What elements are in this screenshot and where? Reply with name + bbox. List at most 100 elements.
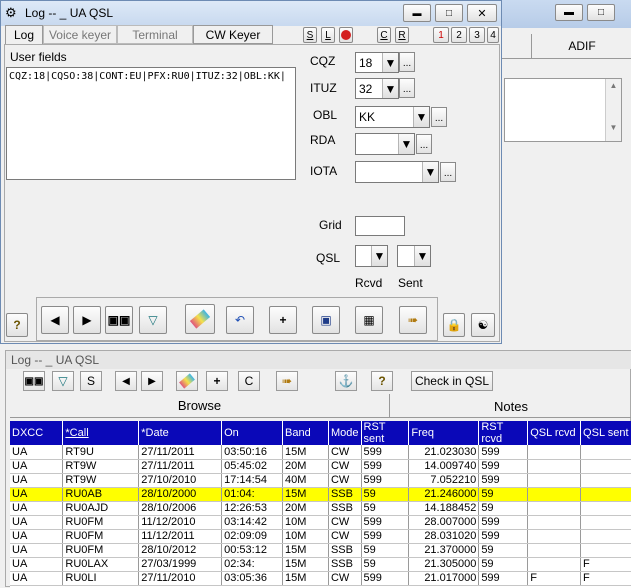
obl-select[interactable]: KK ▼ xyxy=(355,106,430,128)
table-row[interactable]: UA RT9U 27/11/2011 03:50:16 15M CW 599 21.02303… xyxy=(10,445,631,460)
page-3-button[interactable]: 3 xyxy=(469,27,485,43)
cell-band[interactable]: 20M xyxy=(282,459,329,474)
bg-maximize-button[interactable]: □ xyxy=(587,4,615,21)
cell-dxcc[interactable]: UA xyxy=(10,487,64,502)
cell-dxcc[interactable]: UA xyxy=(10,557,64,572)
cell-qsl-rcvd[interactable] xyxy=(527,501,582,516)
col-call[interactable]: *Call xyxy=(62,421,140,445)
cell-date[interactable]: 27/11/2010 xyxy=(138,571,223,586)
chevron-down-icon[interactable]: ▼ xyxy=(382,53,398,72)
col-mode[interactable]: Mode xyxy=(328,421,362,445)
chevron-down-icon[interactable]: ▼ xyxy=(413,107,429,127)
bg-adif-tab[interactable]: ADIF xyxy=(531,34,631,59)
user-fields-textarea[interactable]: CQZ:18|CQSO:38|CONT:EU|PFX:RU0|ITUZ:32|O… xyxy=(6,67,296,180)
cell-call[interactable]: RU0AB xyxy=(62,487,140,502)
cell-band[interactable]: 10M xyxy=(282,529,329,544)
cell-call[interactable]: RU0AJD xyxy=(62,501,140,516)
cell-qsl-rcvd[interactable] xyxy=(527,459,582,474)
exit-icon[interactable]: ➠ xyxy=(399,306,427,334)
help-icon[interactable]: ? xyxy=(371,371,393,391)
col-dxcc[interactable]: DXCC xyxy=(10,421,64,445)
cell-dxcc[interactable]: UA xyxy=(10,543,64,558)
cell-qsl-sent[interactable] xyxy=(580,487,631,502)
check-in-qsl-button[interactable]: Check in QSL xyxy=(411,371,493,391)
table-row[interactable]: UA RU0AJD 28/10/2006 12:26:53 20M SSB 59 14.188… xyxy=(10,501,631,516)
cell-dxcc[interactable]: UA xyxy=(10,529,64,544)
cell-call[interactable]: RU0FM xyxy=(62,529,140,544)
c-button[interactable]: C xyxy=(377,27,391,43)
cell-dxcc[interactable]: UA xyxy=(10,515,64,530)
cell-freq[interactable]: 21.246000 xyxy=(408,487,480,502)
cell-on[interactable]: 02:09:09 xyxy=(221,529,284,544)
rda-more-button[interactable]: ... xyxy=(416,134,432,154)
cell-qsl-rcvd[interactable] xyxy=(527,557,582,572)
r-button[interactable]: R xyxy=(395,27,409,43)
col-band[interactable]: Band xyxy=(282,421,329,445)
cell-rst-sent[interactable]: 599 xyxy=(361,473,410,488)
cell-band[interactable]: 15M xyxy=(282,543,329,558)
cell-qsl-rcvd[interactable] xyxy=(527,487,582,502)
minimize-button[interactable]: ▬ xyxy=(403,4,431,22)
cell-rst-sent[interactable]: 599 xyxy=(361,459,410,474)
cell-rst-rcvd[interactable]: 599 xyxy=(478,515,529,530)
cell-rst-rcvd[interactable]: 59 xyxy=(478,557,529,572)
cell-rst-rcvd[interactable]: 599 xyxy=(478,571,529,586)
cell-on[interactable]: 03:50:16 xyxy=(221,445,284,460)
grid-input[interactable] xyxy=(355,216,405,236)
cell-rst-sent[interactable]: 599 xyxy=(361,515,410,530)
cell-on[interactable]: 02:34: xyxy=(221,557,284,572)
col-rst-rcvd[interactable]: RST rcvd xyxy=(478,421,529,445)
col-qsl-rcvd[interactable]: QSL rcvd xyxy=(527,421,582,445)
tab-cw-keyer[interactable]: CW Keyer xyxy=(193,25,273,44)
qsl-rcvd-select[interactable]: ▼ xyxy=(355,245,388,267)
table-row[interactable]: UA RU0LI 27/11/2010 03:05:36 15M CW 599 21.0170… xyxy=(10,571,631,586)
cell-call[interactable]: RU0FM xyxy=(62,515,140,530)
cell-rst-rcvd[interactable]: 59 xyxy=(478,487,529,502)
cell-date[interactable]: 11/12/2011 xyxy=(138,529,223,544)
qsl-sent-select[interactable]: ▼ xyxy=(397,245,431,267)
next-button[interactable]: ▶ xyxy=(141,371,163,391)
iota-more-button[interactable]: ... xyxy=(440,162,456,182)
cell-mode[interactable]: CW xyxy=(328,445,362,460)
cell-freq[interactable]: 28.007000 xyxy=(408,515,480,530)
table-row[interactable]: UA RU0LAX 27/03/1999 02:34: 15M SSB 59 21.30500… xyxy=(10,557,631,572)
cell-dxcc[interactable]: UA xyxy=(10,459,64,474)
cell-freq[interactable]: 21.023030 xyxy=(408,445,480,460)
cell-band[interactable]: 10M xyxy=(282,515,329,530)
stop-icon[interactable] xyxy=(339,27,353,43)
obl-more-button[interactable]: ... xyxy=(431,107,447,127)
c-toolbar-button[interactable]: C xyxy=(238,371,260,391)
bg-text-area[interactable]: ▲ ▼ xyxy=(504,78,622,142)
tab-log[interactable]: Log xyxy=(5,25,43,44)
cell-date[interactable]: 28/10/2000 xyxy=(138,487,223,502)
col-date[interactable]: *Date xyxy=(138,421,223,445)
l-button[interactable]: L xyxy=(321,27,335,43)
cqz-more-button[interactable]: ... xyxy=(399,52,415,72)
next-record-button[interactable]: ▶ xyxy=(73,306,101,334)
cell-mode[interactable]: SSB xyxy=(328,543,362,558)
cell-mode[interactable]: SSB xyxy=(328,557,362,572)
prev-button[interactable]: ◀ xyxy=(115,371,137,391)
cell-date[interactable]: 27/11/2011 xyxy=(138,445,223,460)
eraser-icon[interactable] xyxy=(176,371,198,391)
rda-select[interactable]: ▼ xyxy=(355,133,415,155)
cell-call[interactable]: RU0LAX xyxy=(62,557,140,572)
col-rst-sent[interactable]: RST sent xyxy=(361,421,410,445)
cell-freq[interactable]: 14.009740 xyxy=(408,459,480,474)
cell-on[interactable]: 01:04: xyxy=(221,487,284,502)
cell-band[interactable]: 20M xyxy=(282,501,329,516)
cell-mode[interactable]: SSB xyxy=(328,487,362,502)
cell-qsl-sent[interactable]: F xyxy=(580,557,631,572)
cell-on[interactable]: 05:45:02 xyxy=(221,459,284,474)
undo-icon[interactable]: ↶ xyxy=(226,306,254,334)
cell-qsl-sent[interactable] xyxy=(580,543,631,558)
chevron-down-icon[interactable]: ▼ xyxy=(414,246,430,266)
cell-freq[interactable]: 21.305000 xyxy=(408,557,480,572)
col-on[interactable]: On xyxy=(221,421,284,445)
tab-terminal[interactable]: Terminal xyxy=(117,25,193,44)
cell-mode[interactable]: CW xyxy=(328,473,362,488)
cell-qsl-rcvd[interactable] xyxy=(527,515,582,530)
cell-rst-rcvd[interactable]: 599 xyxy=(478,473,529,488)
cell-call[interactable]: RT9W xyxy=(62,459,140,474)
cell-mode[interactable]: CW xyxy=(328,571,362,586)
